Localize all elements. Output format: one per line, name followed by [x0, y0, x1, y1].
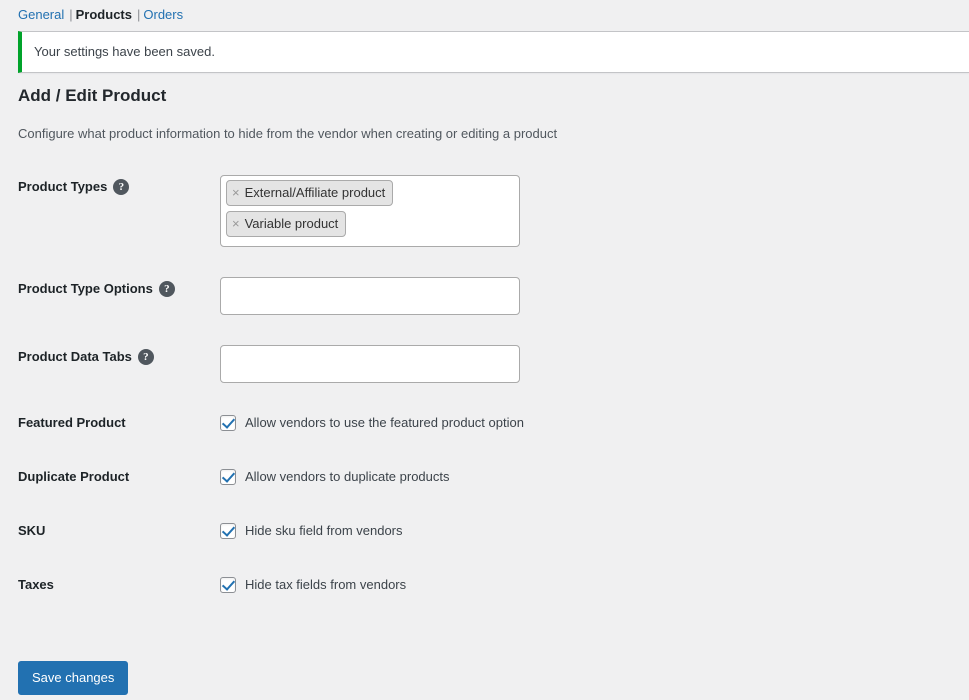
label-featured-product: Featured Product: [18, 415, 126, 432]
tab-general[interactable]: General: [18, 7, 64, 22]
label-taxes-text: Taxes: [18, 576, 54, 592]
control-product-type-options-cell: [220, 262, 969, 330]
label-product-types: Product Types ?: [18, 179, 130, 196]
tab-separator-2: |: [136, 7, 141, 22]
label-duplicate-product-text: Duplicate Product: [18, 468, 130, 484]
page-header: Add / Edit Product Configure what produc…: [18, 84, 949, 143]
row-duplicate-product: Duplicate Product Allow vendors to dupli…: [0, 452, 969, 506]
tab-products[interactable]: Products: [76, 7, 132, 22]
control-taxes-cell: Hide tax fields from vendors: [220, 560, 969, 614]
control-product-types-cell: × External/Affiliate product × Variable pr…: [220, 160, 969, 262]
tab-general-wrap: General: [18, 7, 64, 22]
selected-tag-label: External/Affiliate product: [244, 185, 386, 200]
product-types-select[interactable]: × External/Affiliate product × Variable pr…: [220, 175, 520, 247]
selected-tag-label: Variable product: [244, 216, 339, 231]
remove-tag-icon[interactable]: ×: [230, 215, 242, 233]
page-title: Add / Edit Product: [18, 86, 167, 105]
notice-message: Your settings have been saved.: [34, 44, 215, 60]
sku-checkbox[interactable]: [220, 522, 236, 539]
help-icon[interactable]: ?: [158, 281, 175, 298]
taxes-checkbox-label[interactable]: Hide tax fields from vendors: [220, 576, 406, 594]
label-featured-product-cell: Featured Product: [0, 398, 220, 452]
label-duplicate-product-cell: Duplicate Product: [0, 452, 220, 506]
label-sku-text: SKU: [18, 522, 46, 538]
row-product-types: Product Types ? × External/Affiliate prod…: [0, 160, 969, 262]
page-description: Configure what product information to hi…: [18, 126, 558, 141]
label-duplicate-product: Duplicate Product: [18, 469, 129, 486]
tab-orders[interactable]: Orders: [143, 7, 183, 22]
tab-orders-wrap: Orders: [143, 7, 183, 22]
save-changes-button[interactable]: Save changes: [18, 661, 129, 695]
duplicate-product-checkbox[interactable]: [220, 468, 236, 485]
submit-area: Save changes: [18, 661, 129, 695]
control-product-data-tabs-cell: [220, 330, 969, 398]
row-featured-product: Featured Product Allow vendors to use th…: [0, 398, 969, 452]
settings-saved-notice: Your settings have been saved.: [18, 31, 969, 73]
row-sku: SKU Hide sku field from vendors: [0, 506, 969, 560]
label-product-types-text: Product Types: [18, 179, 108, 194]
featured-product-checkbox[interactable]: [220, 415, 236, 432]
help-icon[interactable]: ?: [113, 179, 130, 196]
row-product-type-options: Product Type Options ?: [0, 262, 969, 330]
product-type-options-select[interactable]: [220, 277, 520, 315]
tab-separator-1: |: [69, 7, 73, 22]
row-taxes: Taxes Hide tax fields from vendors: [0, 560, 969, 614]
label-product-data-tabs-text: Product Data Tabs: [18, 349, 132, 364]
settings-form-table: Product Types ? × External/Affiliate prod…: [0, 160, 969, 614]
label-featured-product-text: Featured Product: [18, 415, 126, 430]
label-product-type-options: Product Type Options ?: [18, 281, 175, 298]
settings-tab-nav: General | Products | Orders: [0, 0, 969, 29]
label-product-type-options-cell: Product Type Options ?: [0, 262, 220, 330]
label-product-types-cell: Product Types ?: [0, 160, 220, 262]
label-sku: SKU: [18, 523, 45, 540]
selected-tag[interactable]: × External/Affiliate product: [226, 180, 394, 206]
sku-checkbox-text: Hide sku field from vendors: [245, 522, 403, 538]
featured-product-checkbox-label[interactable]: Allow vendors to use the featured produc…: [220, 414, 524, 432]
label-taxes: Taxes: [18, 577, 54, 594]
label-sku-cell: SKU: [0, 506, 220, 560]
taxes-checkbox[interactable]: [220, 576, 236, 593]
product-types-tag-list: × External/Affiliate product × Variable pr…: [226, 180, 514, 242]
duplicate-product-checkbox-text: Allow vendors to duplicate products: [245, 468, 450, 484]
label-taxes-cell: Taxes: [0, 560, 220, 614]
selected-tag[interactable]: × Variable product: [226, 211, 347, 237]
control-duplicate-product-cell: Allow vendors to duplicate products: [220, 452, 969, 506]
label-product-type-options-text: Product Type Options: [18, 281, 153, 296]
label-product-data-tabs-cell: Product Data Tabs ?: [0, 330, 220, 398]
remove-tag-icon[interactable]: ×: [230, 184, 242, 202]
taxes-checkbox-text: Hide tax fields from vendors: [245, 576, 407, 592]
help-icon[interactable]: ?: [137, 349, 154, 366]
sku-checkbox-label[interactable]: Hide sku field from vendors: [220, 522, 403, 540]
control-sku-cell: Hide sku field from vendors: [220, 506, 969, 560]
featured-product-checkbox-text: Allow vendors to use the featured produc…: [245, 415, 524, 430]
duplicate-product-checkbox-label[interactable]: Allow vendors to duplicate products: [220, 468, 450, 486]
tab-products-wrap: Products: [76, 7, 132, 22]
product-data-tabs-select[interactable]: [220, 345, 520, 383]
row-product-data-tabs: Product Data Tabs ?: [0, 330, 969, 398]
control-featured-product-cell: Allow vendors to use the featured produc…: [220, 398, 969, 452]
label-product-data-tabs: Product Data Tabs ?: [18, 349, 154, 366]
